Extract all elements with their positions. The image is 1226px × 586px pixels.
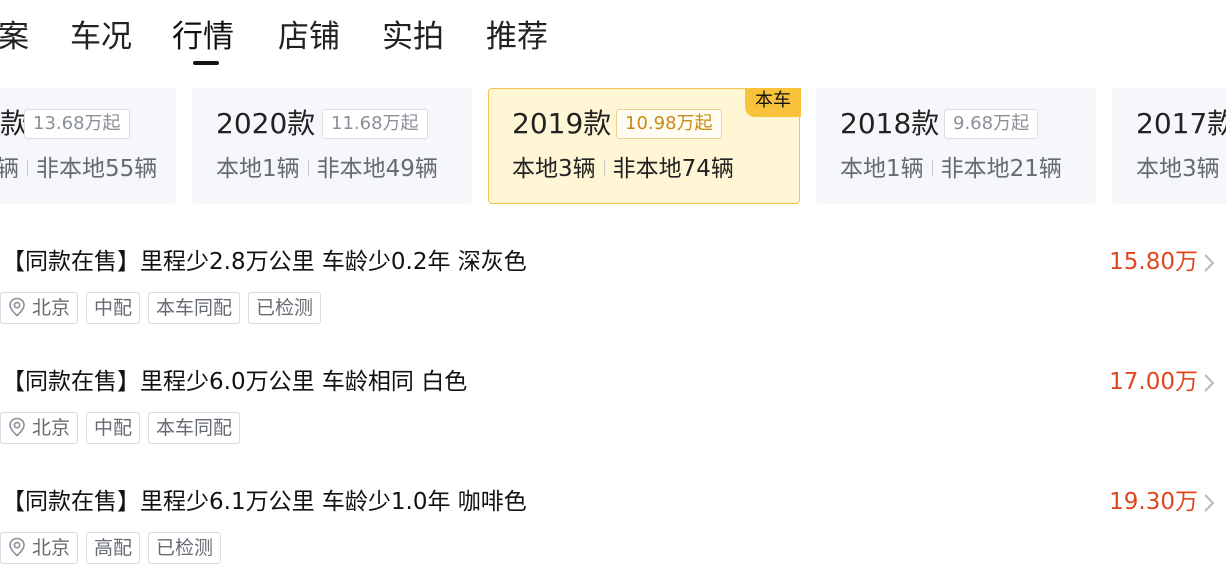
current-car-badge: 本车 [745,88,801,117]
card-nonlocal-count: 非本地74辆 [612,156,734,182]
card-stats: 本地1辆 非本地21辆 [840,152,1062,186]
card-local-count: 本地1辆 [840,156,924,182]
card-year: 2018款 [840,107,940,140]
card-stats: 辆非本地55辆 [0,152,157,186]
listing-row[interactable]: 【同款在售】里程少6.0万公里 车龄相同 白色 17.00万 北京 中配 本车同配 [0,366,1226,466]
card-stats: 本地1辆 非本地49辆 [216,152,438,186]
listing-tag: 已检测 [148,532,222,564]
location-tag: 北京 [0,412,79,444]
tab-photos[interactable]: 实拍 [382,16,444,58]
active-tab-indicator [193,61,219,65]
year-card[interactable]: 2018款 9.68万起 本地1辆 非本地21辆 [816,88,1096,204]
tab-bar: 案 车况 行情 店铺 实拍 推荐 [0,0,1226,70]
chevron-right-icon [1204,254,1215,272]
card-price-tag: 13.68万起 [24,109,130,139]
card-nonlocal-count: 非本地49辆 [316,156,438,182]
location-tag: 北京 [0,532,79,564]
listing-price: 19.30万 [1109,489,1198,515]
card-nonlocal-count: 非本地21辆 [940,156,1062,182]
location-text: 北京 [32,537,71,559]
tab-store[interactable]: 店铺 [278,16,340,58]
card-price-tag: 11.68万起 [322,109,428,139]
year-card[interactable]: 2017款 本地3辆 [1112,88,1226,204]
listing-title: 【同款在售】里程少6.0万公里 车龄相同 白色 [2,369,468,395]
location-pin-icon [9,417,25,437]
location-tag: 北京 [0,292,79,324]
listing-tag: 本车同配 [148,412,241,444]
tab-market[interactable]: 行情 [172,16,234,58]
card-year: 2020款 [216,107,316,140]
chevron-right-icon [1204,374,1215,392]
card-local-count: 本地1辆 [216,156,300,182]
listing-title: 【同款在售】里程少2.8万公里 车龄少0.2年 深灰色 [2,249,527,275]
location-text: 北京 [32,297,71,319]
listing-row[interactable]: 【同款在售】里程少2.8万公里 车龄少0.2年 深灰色 15.80万 北京 中配本… [0,246,1226,346]
location-text: 北京 [32,417,71,439]
stats-divider [27,159,28,176]
year-card[interactable]: 款 13.68万起 辆非本地55辆 [0,88,176,204]
card-year: 2017款 [1136,107,1226,140]
listing-tag: 本车同配 [148,292,241,324]
listing-row[interactable]: 【同款在售】里程少6.1万公里 车龄少1.0年 咖啡色 19.30万 北京 高配已… [0,486,1226,586]
year-card-strip[interactable]: 款 13.68万起 辆非本地55辆 2020款 11.68万起 本地1辆 非本地4… [0,88,1226,206]
card-local-count: 辆 [0,156,19,182]
listing-tag: 高配 [86,532,141,564]
listing-title: 【同款在售】里程少6.1万公里 车龄少1.0年 咖啡色 [2,489,527,515]
listing-tags: 北京 中配 本车同配 [0,412,248,444]
card-nonlocal-count: 非本地55辆 [36,156,158,182]
listing-price: 17.00万 [1109,369,1198,395]
tab-recommend[interactable]: 推荐 [486,16,548,58]
listing-tag: 中配 [86,412,141,444]
stats-divider [307,159,309,176]
chevron-right-icon [1204,494,1215,512]
card-year: 2019款 [512,107,612,140]
tab-condition[interactable]: 车况 [70,16,132,58]
card-price-tag: 10.98万起 [616,109,722,139]
tab-archive[interactable]: 案 [0,16,29,58]
year-card-selected[interactable]: 2019款 10.98万起 本地3辆 非本地74辆 本车 [488,88,801,204]
year-card[interactable]: 2020款 11.68万起 本地1辆 非本地49辆 [192,88,472,204]
location-pin-icon [9,297,25,317]
listing-price: 15.80万 [1109,249,1198,275]
card-price-tag: 9.68万起 [944,109,1039,139]
stats-divider [931,159,933,176]
listing-tag: 已检测 [248,292,322,324]
stats-divider [603,159,605,176]
card-stats: 本地3辆 非本地74辆 [512,152,734,186]
card-local-count: 本地3辆 [1136,156,1220,182]
location-pin-icon [9,537,25,557]
listing-tag: 中配 [86,292,141,324]
card-stats: 本地3辆 [1136,152,1220,186]
listing-tags: 北京 中配 本车同配 已检测 [0,292,329,324]
listing-tags: 北京 高配 已检测 [0,532,229,564]
card-local-count: 本地3辆 [512,156,596,182]
